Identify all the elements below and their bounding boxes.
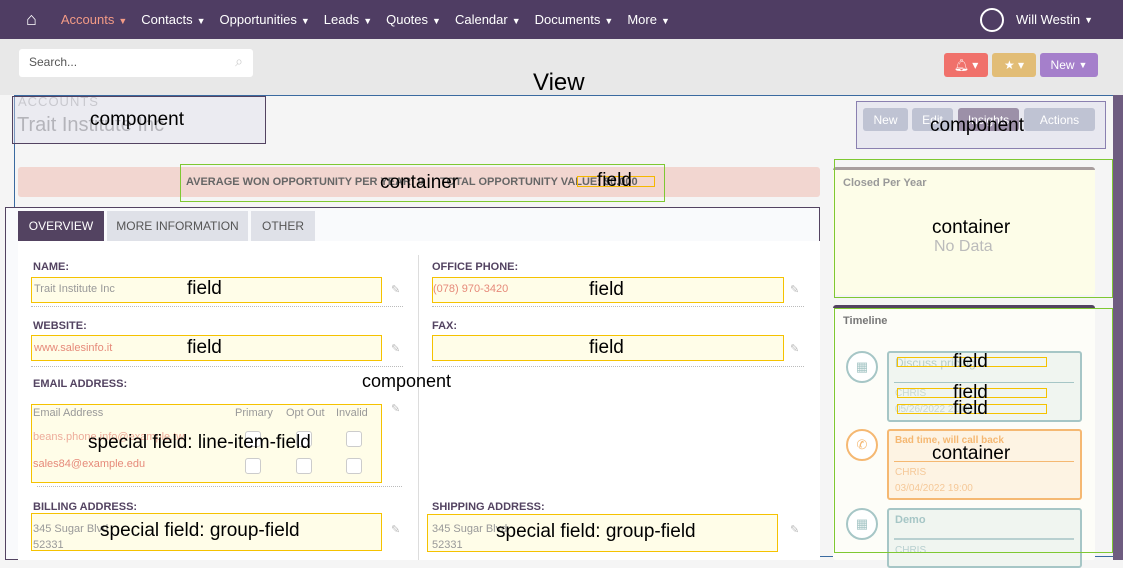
tab-more-information[interactable]: MORE INFORMATION [107, 211, 248, 241]
invalid-checkbox[interactable] [346, 458, 362, 474]
email-label: EMAIL ADDRESS: [33, 378, 128, 390]
search-input[interactable]: Search... ⌕ [19, 49, 253, 77]
primary-col-header: Primary [235, 407, 273, 419]
tab-other[interactable]: OTHER [251, 211, 315, 241]
website-label: WEBSITE: [33, 320, 87, 332]
phone-label: OFFICE PHONE: [432, 261, 519, 273]
scrollbar[interactable] [1113, 95, 1123, 560]
billing-label: BILLING ADDRESS: [33, 501, 138, 513]
annotation-label: special field: line-item-field [88, 432, 311, 453]
primary-checkbox[interactable] [245, 458, 261, 474]
annotation-label: container [380, 172, 459, 193]
phone-value: (078) 970-3420 [433, 283, 509, 295]
nav-more[interactable]: More ▼ [627, 12, 670, 27]
annotation-label: field [597, 170, 632, 191]
shipping-zip: 52331 [432, 539, 463, 551]
search-icon: ⌕ [235, 53, 243, 69]
bell-icon: 🔔︎ ▾ [953, 58, 979, 72]
record-new-button[interactable]: New [863, 108, 908, 131]
pencil-icon[interactable]: ✎ [391, 283, 400, 296]
nav-accounts[interactable]: Accounts ▼ [61, 12, 127, 27]
billing-street: 345 Sugar Blvd [33, 523, 109, 535]
annotation-view: View [533, 69, 585, 96]
home-icon[interactable]: ⌂ [26, 9, 37, 30]
star-icon: ★ ▾ [1003, 58, 1025, 72]
notifications-button[interactable]: 🔔︎ ▾ [944, 53, 988, 77]
new-button[interactable]: New ▼ [1040, 53, 1098, 77]
user-circle-icon [980, 7, 1005, 32]
name-value: Trait Institute Inc [34, 283, 115, 295]
annotation-label: special field: group-field [100, 520, 300, 541]
pencil-icon[interactable]: ✎ [790, 342, 799, 355]
annotation-label: component [90, 109, 185, 130]
nav-contacts[interactable]: Contacts ▼ [141, 12, 205, 27]
fax-label: FAX: [432, 320, 458, 332]
email-item[interactable]: sales84@example.edu [33, 458, 145, 470]
pencil-icon[interactable]: ✎ [391, 402, 400, 415]
email-col-header: Email Address [33, 407, 104, 419]
optout-checkbox[interactable] [296, 458, 312, 474]
optout-col-header: Opt Out [286, 407, 325, 419]
billing-zip: 52331 [33, 539, 64, 551]
annotation-label: field [187, 337, 222, 358]
user-menu[interactable]: Will Westin ▼ [980, 7, 1093, 32]
column-divider [418, 255, 419, 560]
annotation-label: component [930, 115, 1025, 136]
nav-calendar[interactable]: Calendar ▼ [455, 12, 521, 27]
pencil-icon[interactable]: ✎ [391, 342, 400, 355]
name-label: NAME: [33, 261, 70, 273]
nav-documents[interactable]: Documents ▼ [535, 12, 614, 27]
top-nav: ⌂ Accounts ▼ Contacts ▼ Opportunities ▼ Lea… [0, 0, 1123, 39]
nav-leads[interactable]: Leads ▼ [324, 12, 372, 27]
annotation-label: field [187, 278, 222, 299]
shipping-label: SHIPPING ADDRESS: [432, 501, 545, 513]
pencil-icon[interactable]: ✎ [790, 523, 799, 536]
nav-opportunities[interactable]: Opportunities ▼ [220, 12, 310, 27]
nav-quotes[interactable]: Quotes ▼ [386, 12, 441, 27]
container-outline [834, 308, 1113, 553]
annotation-label: special field: group-field [496, 521, 696, 542]
website-value[interactable]: www.salesinfo.it [34, 342, 112, 354]
tab-overview[interactable]: OVERVIEW [18, 211, 104, 241]
pencil-icon[interactable]: ✎ [391, 523, 400, 536]
invalid-col-header: Invalid [336, 407, 368, 419]
actions-button[interactable]: Actions [1024, 108, 1095, 131]
annotation-label: component [362, 371, 452, 391]
pencil-icon[interactable]: ✎ [790, 283, 799, 296]
invalid-checkbox[interactable] [346, 431, 362, 447]
annotation-label: field [589, 337, 624, 358]
annotation-label: field [589, 279, 624, 300]
annotation-label: container [932, 217, 1011, 238]
favorites-button[interactable]: ★ ▾ [992, 53, 1036, 77]
